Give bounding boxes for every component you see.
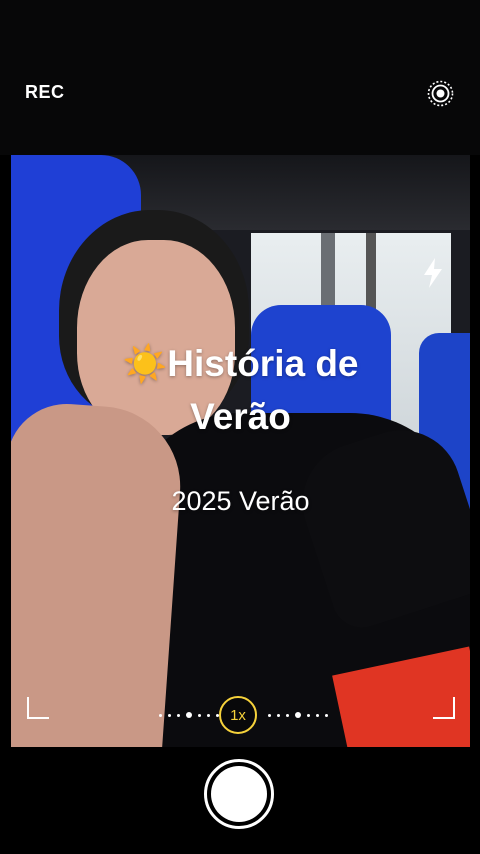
live-photo-icon[interactable] bbox=[427, 80, 454, 107]
story-subtitle: 2025 Verão bbox=[171, 486, 310, 516]
scene-person-arm bbox=[11, 400, 186, 747]
zoom-scale-right[interactable] bbox=[268, 712, 328, 718]
story-title-line2: Verão bbox=[190, 396, 291, 437]
zoom-scale-left[interactable] bbox=[159, 712, 219, 718]
shutter-button[interactable] bbox=[204, 759, 274, 829]
flash-icon[interactable] bbox=[420, 256, 446, 290]
sun-emoji-icon: ☀️ bbox=[122, 344, 168, 385]
top-bar bbox=[0, 0, 480, 155]
frame-corner-bottom-left bbox=[27, 697, 49, 719]
camera-viewfinder[interactable] bbox=[11, 155, 470, 747]
zoom-button[interactable]: 1x bbox=[219, 696, 257, 734]
rec-label[interactable]: REC bbox=[25, 82, 65, 103]
story-title-line1: História de bbox=[167, 343, 359, 384]
shutter-inner bbox=[211, 766, 267, 822]
frame-corner-bottom-right bbox=[433, 697, 455, 719]
story-title: ☀️História de Verão bbox=[11, 338, 470, 443]
